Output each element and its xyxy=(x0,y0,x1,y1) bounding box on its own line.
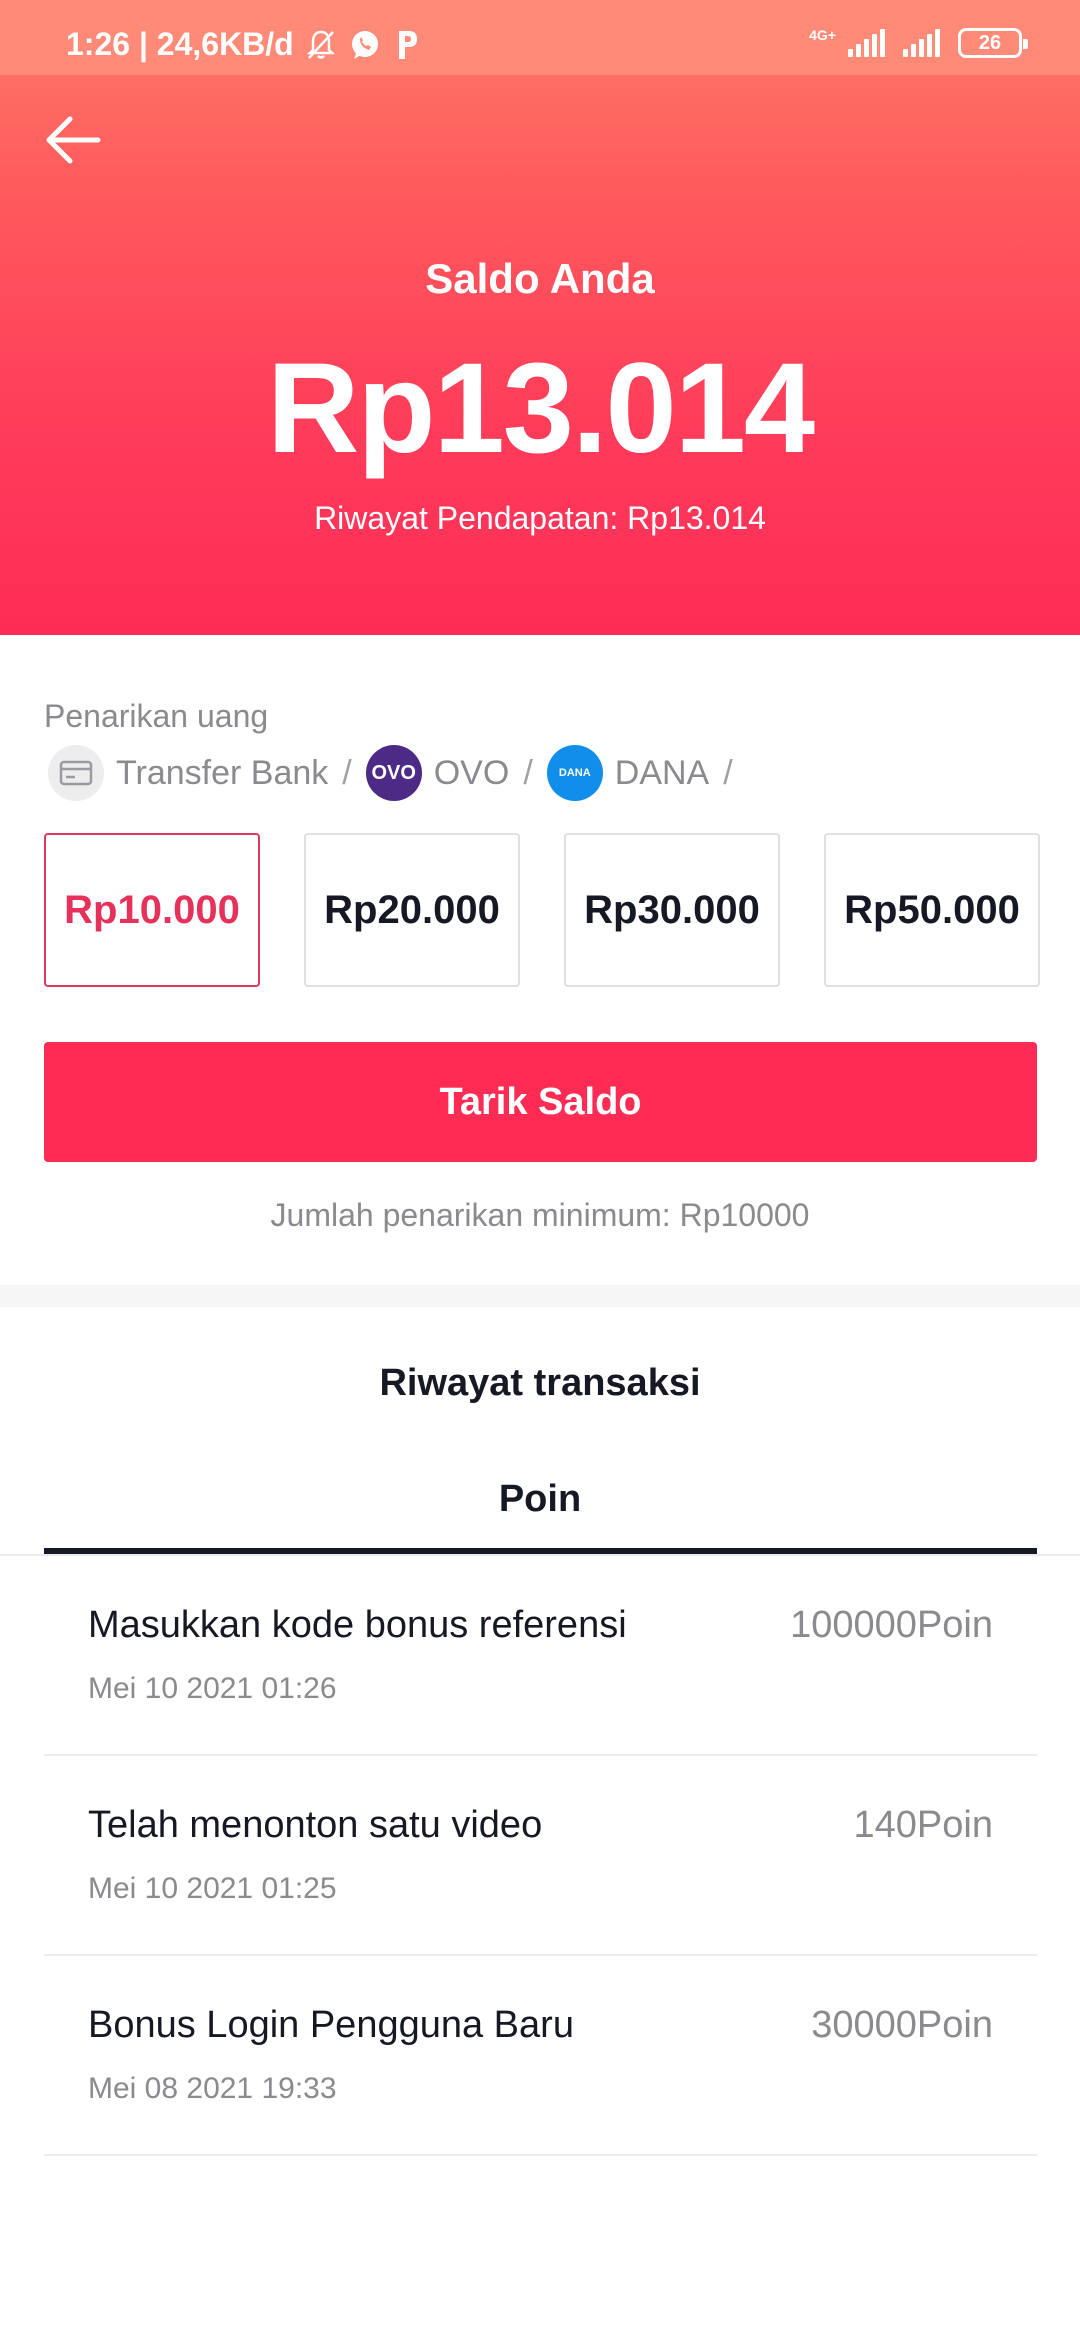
status-left: 1:26 | 24,6KB/d xyxy=(66,26,420,63)
ovo-logo-icon: OVO xyxy=(365,745,422,801)
amount-option-50000[interactable]: Rp50.000 xyxy=(824,833,1040,987)
method-dana: DANA xyxy=(614,753,710,792)
method-transfer-bank: Transfer Bank xyxy=(116,753,329,792)
method-separator: / xyxy=(342,753,352,792)
ovo-logo-text: OVO xyxy=(371,761,416,784)
transaction-points: 100000Poin xyxy=(790,1604,993,1646)
list-item: Telah menonton satu video Mei 10 2021 01… xyxy=(44,1756,1037,1956)
list-item: Masukkan kode bonus referensi Mei 10 202… xyxy=(44,1556,1037,1756)
signal-1-icon xyxy=(848,29,885,57)
withdraw-methods: Transfer Bank / OVO OVO / DANA DANA / xyxy=(48,745,747,801)
balance-amount: Rp13.014 xyxy=(266,337,815,480)
transaction-date: Mei 10 2021 01:26 xyxy=(88,1672,337,1705)
transaction-name: Bonus Login Pengguna Baru xyxy=(88,2004,574,2046)
method-separator: / xyxy=(723,753,733,792)
transaction-points: 140Poin xyxy=(853,1804,993,1846)
amount-option-30000[interactable]: Rp30.000 xyxy=(564,833,780,987)
balance-label: Saldo Anda xyxy=(425,255,655,302)
transaction-date: Mei 08 2021 19:33 xyxy=(88,2072,337,2105)
transactions-title: Riwayat transaksi xyxy=(379,1362,701,1404)
bell-muted-icon xyxy=(306,30,335,59)
amount-options: Rp10.000 Rp20.000 Rp30.000 Rp50.000 xyxy=(44,833,1040,987)
status-bar: 1:26 | 24,6KB/d 4G+ 26 xyxy=(0,0,1080,75)
status-time: 1:26 | 24,6KB/d xyxy=(66,26,294,62)
income-history: Riwayat Pendapatan: Rp13.014 xyxy=(314,500,766,536)
list-item: Bonus Login Pengguna Baru Mei 08 2021 19… xyxy=(44,1956,1037,2156)
amount-option-10000[interactable]: Rp10.000 xyxy=(44,833,260,987)
signal-2-icon xyxy=(903,29,940,57)
transaction-points: 30000Poin xyxy=(811,2004,993,2046)
transaction-date: Mei 10 2021 01:25 xyxy=(88,1872,337,1905)
network-type: 4G+ xyxy=(809,27,836,43)
balance-header xyxy=(0,0,1080,635)
method-separator: / xyxy=(523,753,533,792)
amount-option-20000[interactable]: Rp20.000 xyxy=(304,833,520,987)
dana-logo-icon: DANA xyxy=(546,745,603,801)
minimum-withdraw-note: Jumlah penarikan minimum: Rp10000 xyxy=(270,1197,810,1233)
battery-icon: 26 xyxy=(958,28,1028,58)
withdraw-title: Penarikan uang xyxy=(44,698,269,734)
withdraw-button[interactable]: Tarik Saldo xyxy=(44,1042,1037,1162)
bank-card-icon xyxy=(48,745,104,801)
arrow-left-icon xyxy=(46,116,101,164)
transaction-list: Masukkan kode bonus referensi Mei 10 202… xyxy=(44,1556,1037,2156)
back-button[interactable] xyxy=(40,105,110,175)
battery-level: 26 xyxy=(978,32,1002,54)
dana-logo-text: DANA xyxy=(558,767,591,779)
status-right: 4G+ 26 xyxy=(809,27,1028,58)
section-divider xyxy=(0,1285,1080,1307)
transaction-name: Masukkan kode bonus referensi xyxy=(88,1604,627,1646)
tab-poin[interactable]: Poin xyxy=(0,1478,1080,1521)
parking-app-icon xyxy=(398,30,417,59)
method-ovo: OVO xyxy=(433,753,510,792)
transaction-name: Telah menonton satu video xyxy=(88,1804,543,1846)
whatsapp-icon xyxy=(351,30,378,59)
